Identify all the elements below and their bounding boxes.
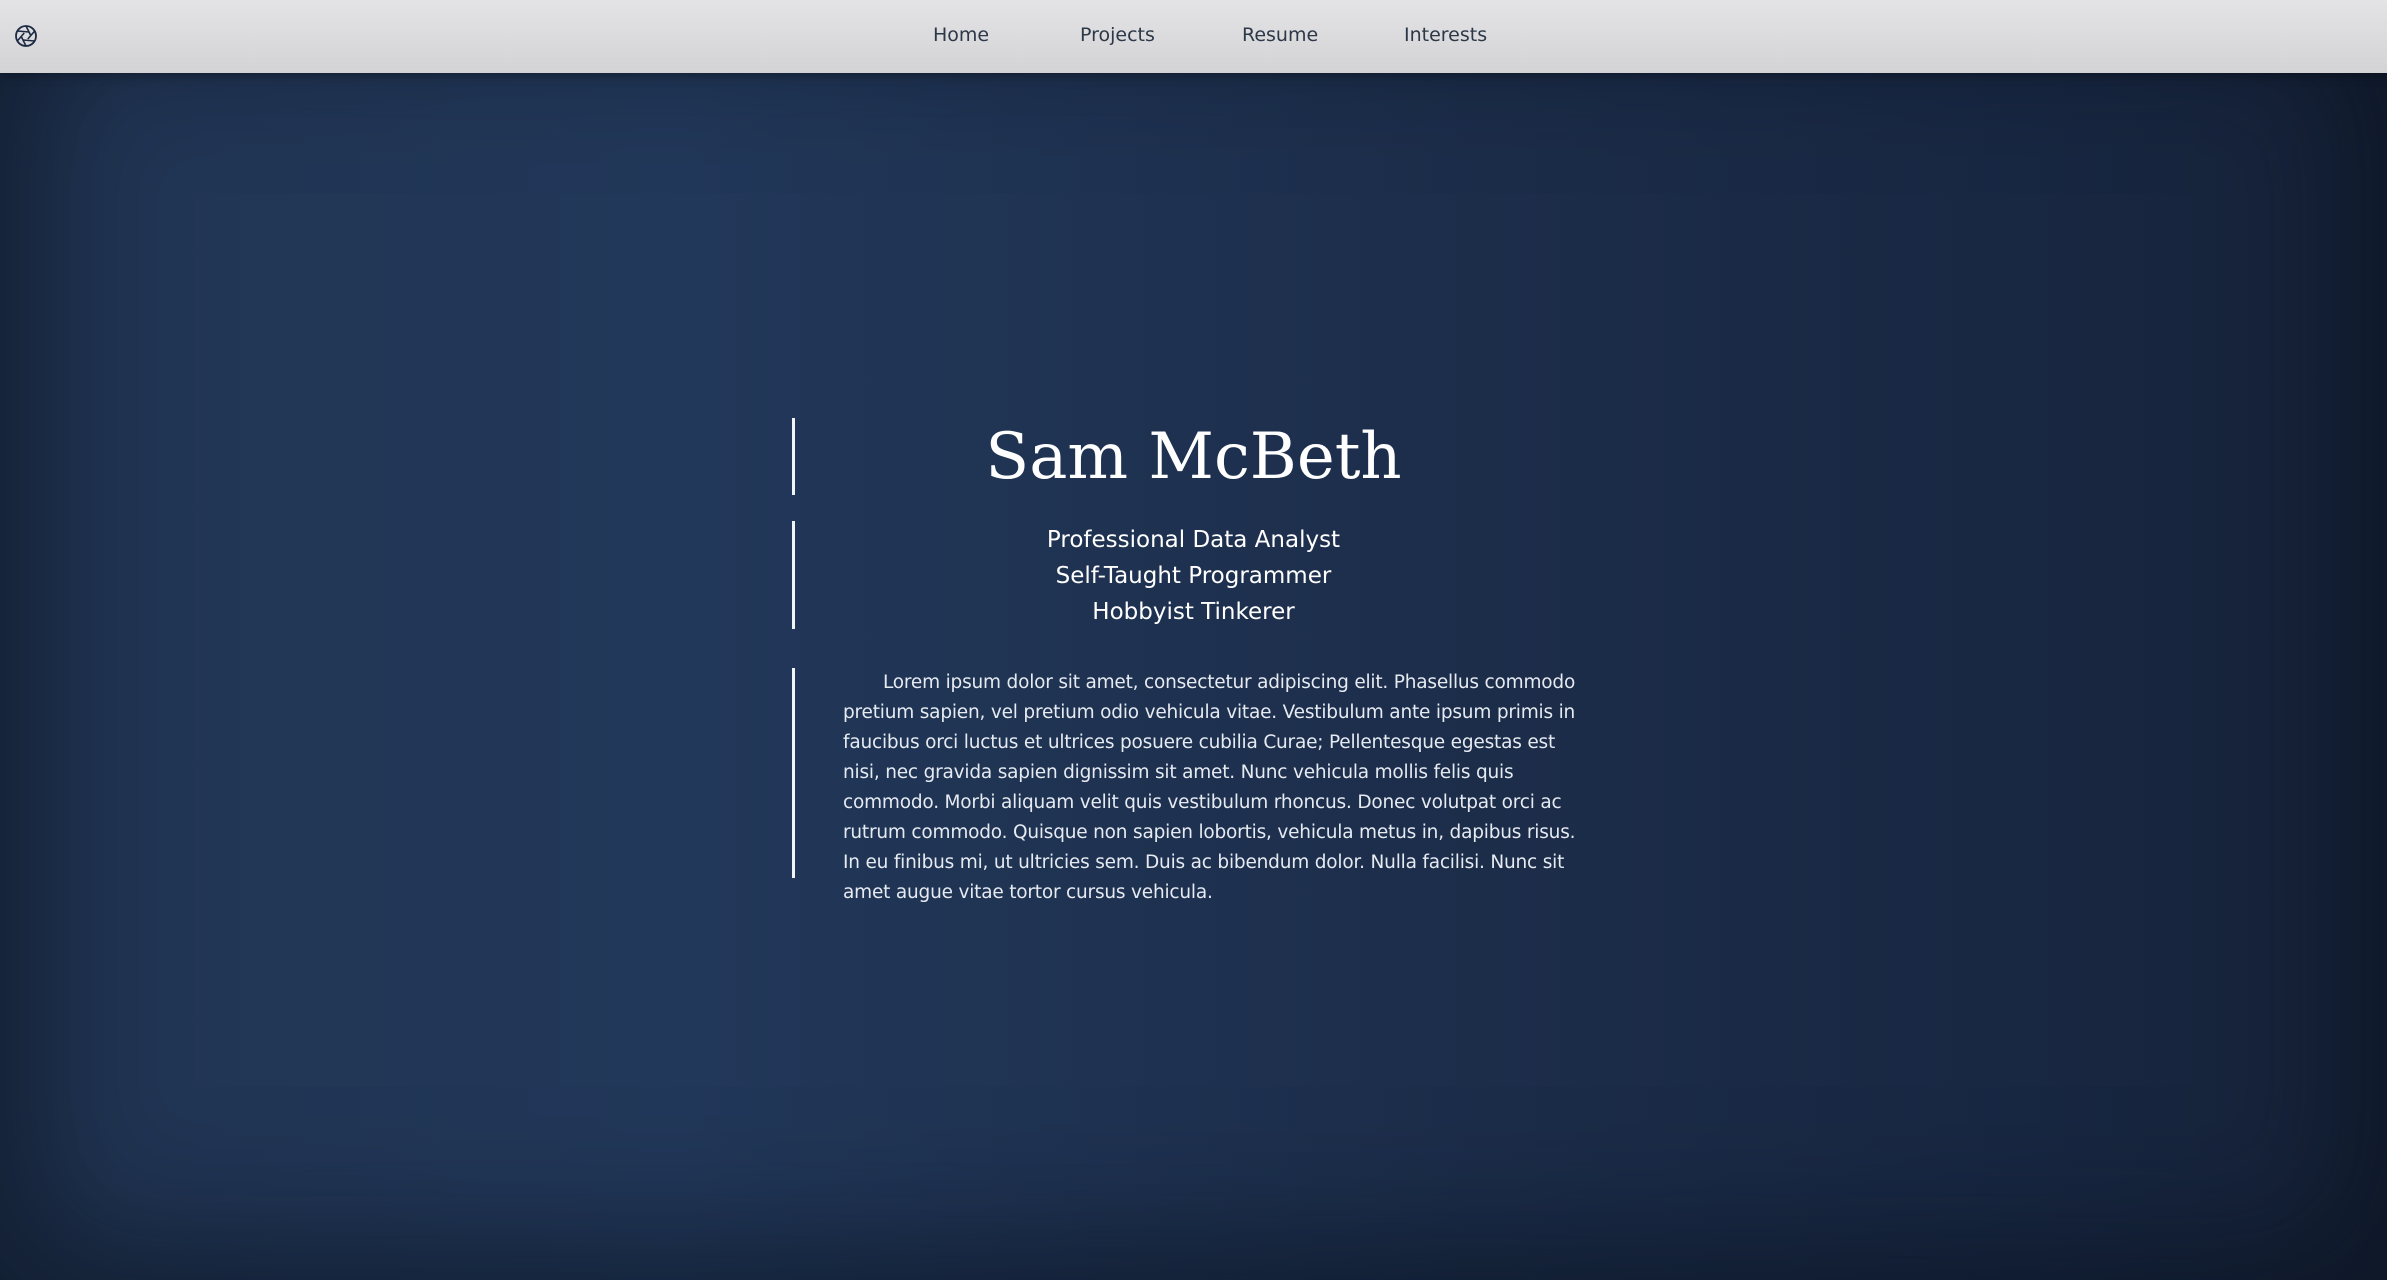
nav-link-interests[interactable]: Interests [1404,24,1487,46]
nav-link-projects[interactable]: Projects [1080,24,1155,46]
bio-accent-bar [792,668,795,878]
nav-link-resume[interactable]: Resume [1242,24,1318,46]
bio-paragraph: Lorem ipsum dolor sit amet, consectetur … [843,672,1576,903]
main-nav: Home Projects Resume Interests [0,0,2387,73]
nav-link-home[interactable]: Home [933,24,989,46]
roles-accent-bar [792,521,795,629]
roles-list: Professional Data Analyst Self-Taught Pr… [840,522,1547,630]
top-navbar: Home Projects Resume Interests [0,0,2387,73]
role-item: Hobbyist Tinkerer [1092,599,1295,625]
role-item: Professional Data Analyst [1046,527,1341,553]
hero-section: Sam McBeth Professional Data Analyst Sel… [0,0,2387,1280]
page-title: Sam McBeth [985,420,1402,494]
role-item: Self-Taught Programmer [1055,563,1332,589]
name-accent-bar [792,418,795,495]
